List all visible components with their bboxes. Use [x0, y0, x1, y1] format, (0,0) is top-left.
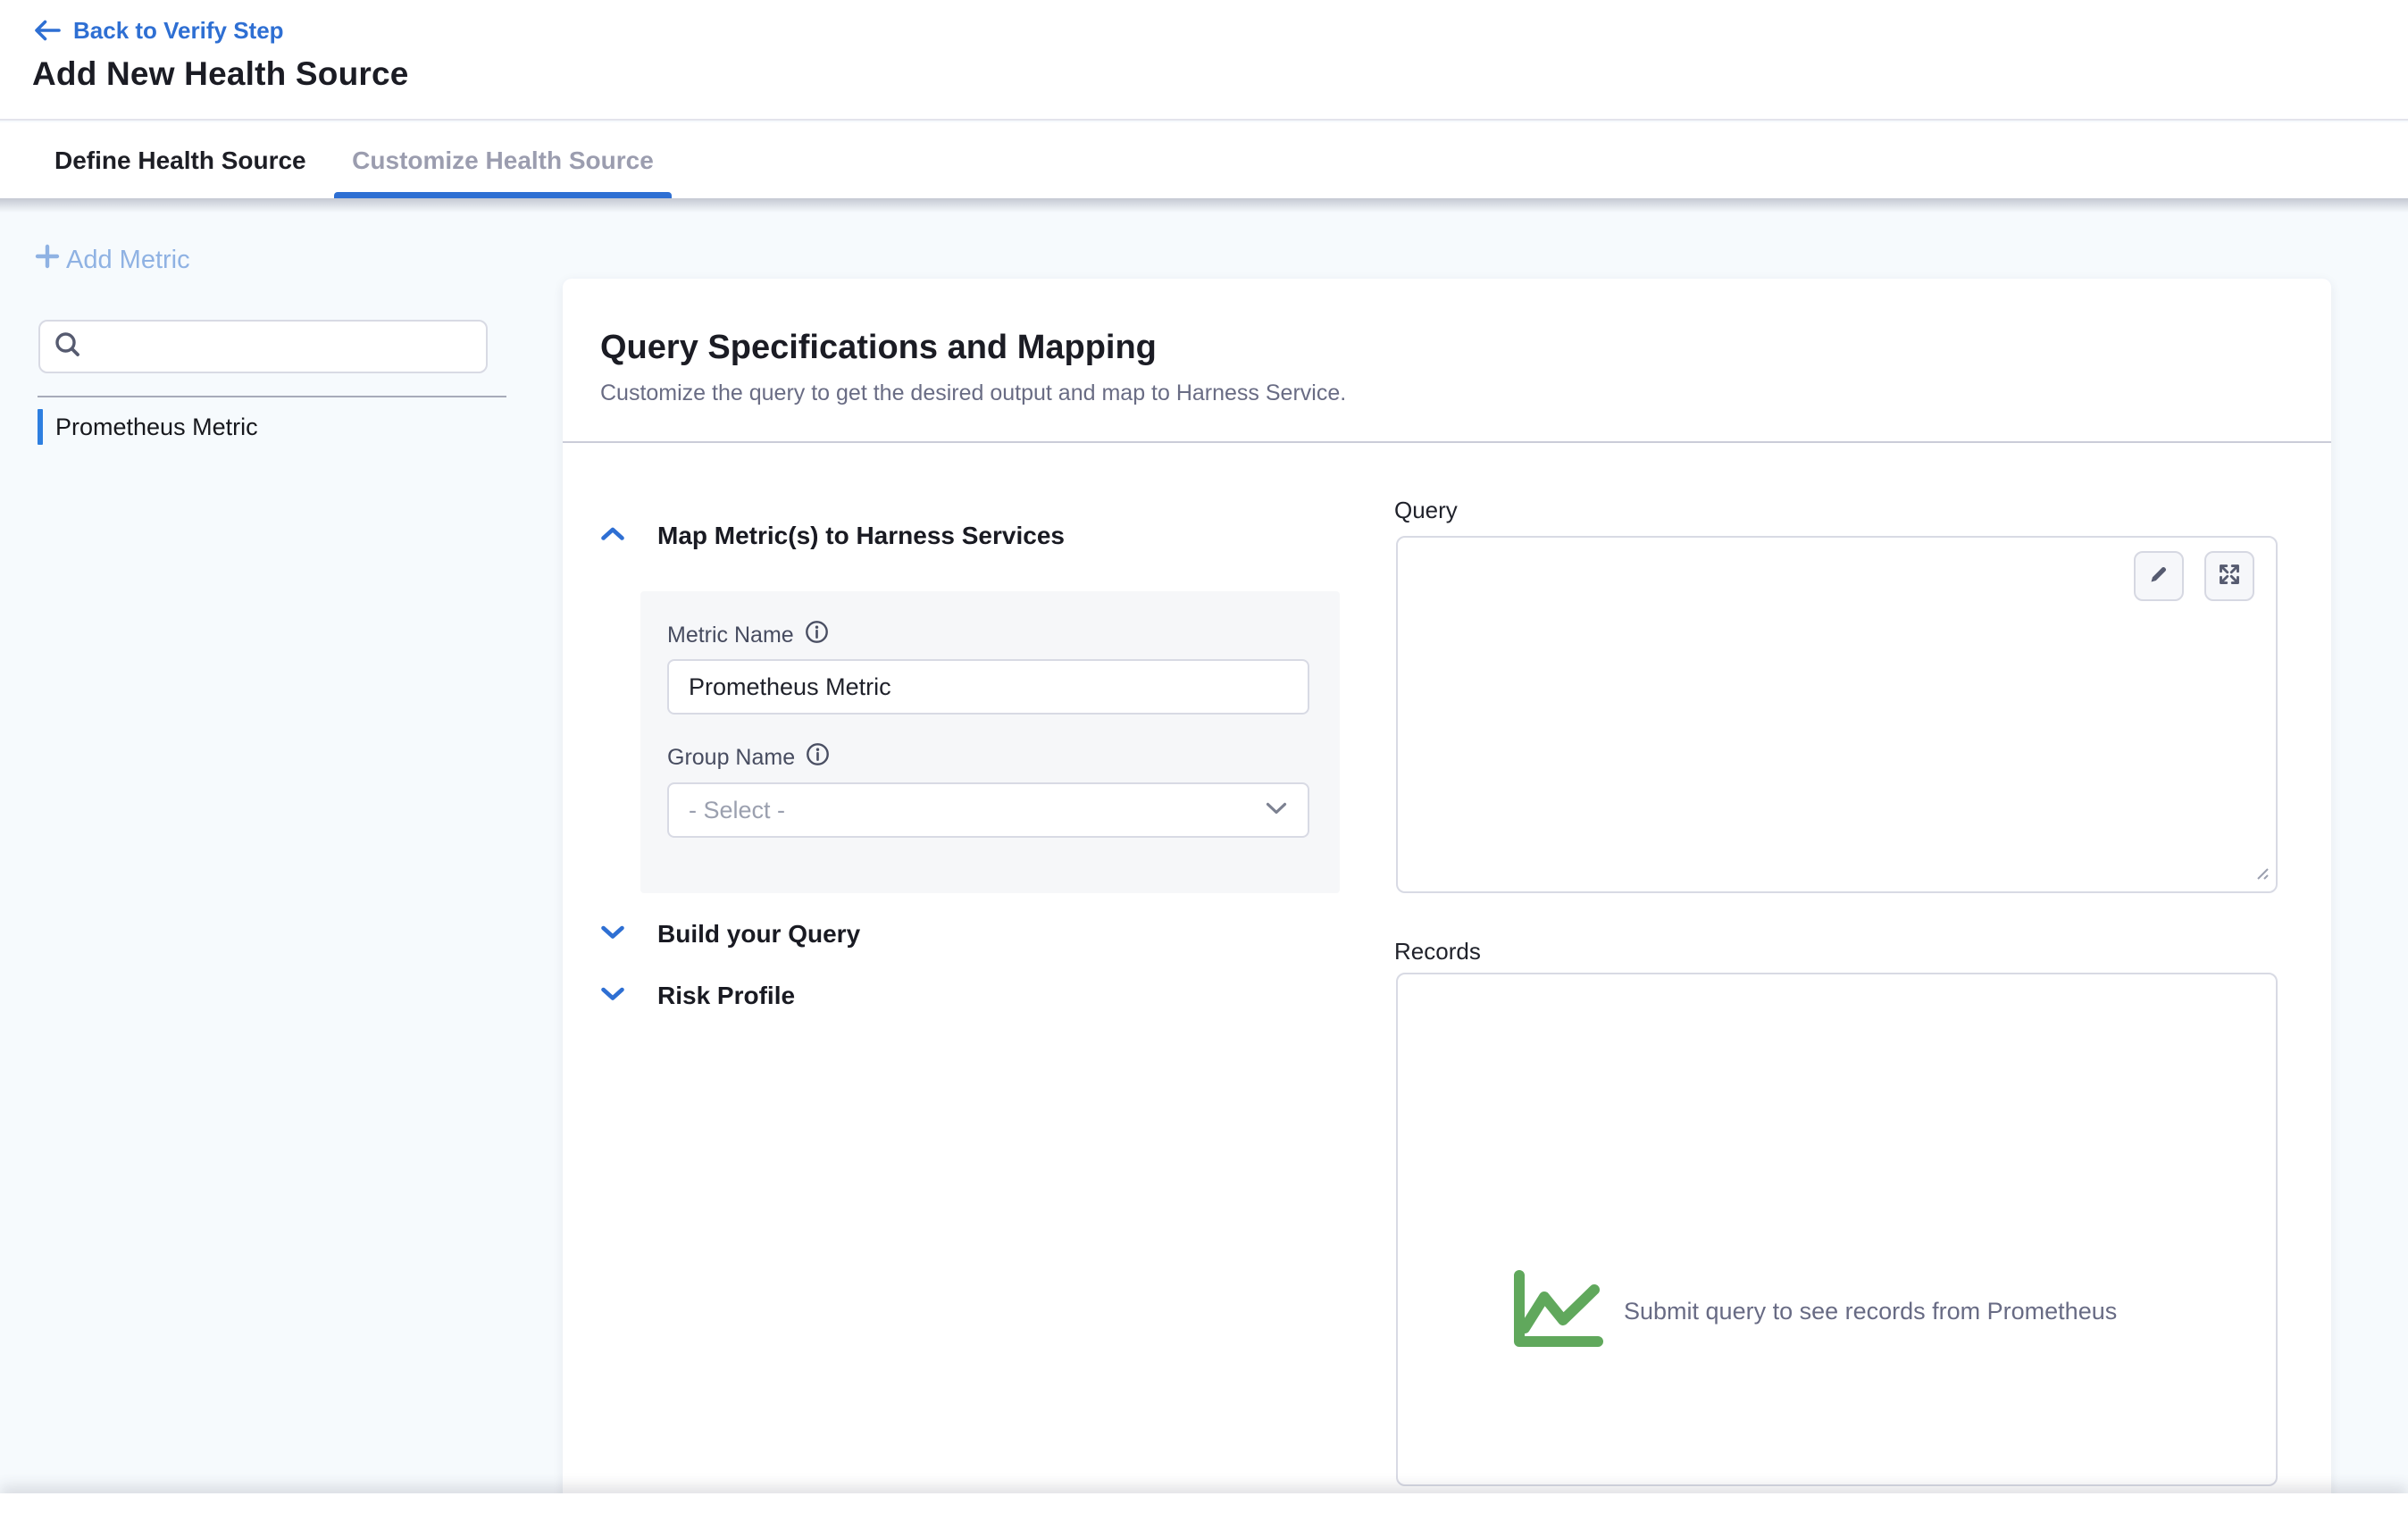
info-icon[interactable]: [805, 620, 829, 650]
back-arrow-icon: [34, 19, 61, 42]
group-name-label-text: Group Name: [667, 745, 795, 771]
records-panel: Submit query to see records from Prometh…: [1396, 973, 2278, 1486]
line-chart-icon: [1511, 1269, 1604, 1354]
card-divider: [563, 441, 2331, 443]
edit-query-button[interactable]: [2134, 551, 2184, 601]
tab-customize-health-source[interactable]: Customize Health Source: [334, 122, 672, 198]
records-label: Records: [1394, 938, 1481, 965]
metric-list-item-prometheus[interactable]: Prometheus Metric: [38, 409, 258, 445]
map-metrics-form-panel: Metric Name Group Name - Select: [640, 591, 1340, 893]
resize-grip-icon[interactable]: [2249, 860, 2270, 886]
group-name-select[interactable]: - Select -: [667, 782, 1309, 838]
sidebar-divider: [38, 396, 506, 397]
section-build-query-label: Build your Query: [657, 920, 860, 949]
query-label: Query: [1394, 497, 1458, 524]
pencil-icon: [2146, 562, 2171, 591]
maximize-icon: [2216, 561, 2243, 592]
selected-indicator-bar: [38, 409, 43, 445]
card-subtitle: Customize the query to get the desired o…: [600, 380, 1346, 406]
active-tab-underline: [334, 192, 672, 198]
section-map-metrics-header[interactable]: Map Metric(s) to Harness Services: [600, 522, 1065, 550]
search-icon: [53, 330, 83, 364]
plus-icon: [34, 243, 61, 277]
metric-name-label-text: Metric Name: [667, 623, 794, 648]
metric-name-input[interactable]: [667, 659, 1309, 715]
section-build-query-header[interactable]: Build your Query: [600, 920, 860, 949]
group-name-label: Group Name: [667, 742, 830, 773]
add-metric-label: Add Metric: [66, 246, 190, 275]
back-link-label: Back to Verify Step: [73, 17, 284, 45]
metric-name-label: Metric Name: [667, 620, 829, 650]
info-icon[interactable]: [806, 742, 830, 773]
tab-define-label: Define Health Source: [54, 146, 306, 175]
page-header: Back to Verify Step Add New Health Sourc…: [0, 0, 2408, 121]
query-editor-box: [1396, 536, 2278, 893]
section-risk-profile-label: Risk Profile: [657, 982, 795, 1010]
records-empty-state: Submit query to see records from Prometh…: [1511, 1269, 2222, 1354]
chevron-down-icon: [1265, 800, 1288, 821]
metric-search-input[interactable]: [94, 322, 473, 372]
card-title: Query Specifications and Mapping: [600, 329, 1157, 367]
section-risk-profile-header[interactable]: Risk Profile: [600, 982, 795, 1010]
chevron-up-icon: [600, 525, 625, 548]
health-source-tabbar: Define Health Source Customize Health So…: [0, 122, 2408, 198]
metric-search-box: [38, 320, 488, 373]
add-metric-button[interactable]: Add Metric: [34, 243, 190, 277]
expand-query-button[interactable]: [2204, 551, 2254, 601]
records-empty-text: Submit query to see records from Prometh…: [1624, 1298, 2117, 1325]
section-map-metrics-label: Map Metric(s) to Harness Services: [657, 522, 1065, 550]
page-title: Add New Health Source: [32, 55, 409, 93]
tab-define-health-source[interactable]: Define Health Source: [54, 122, 306, 198]
metric-item-label: Prometheus Metric: [55, 414, 258, 441]
group-name-select-value: - Select -: [689, 797, 785, 824]
wizard-footer: [0, 1493, 2408, 1513]
tab-customize-label: Customize Health Source: [352, 146, 654, 175]
chevron-down-icon: [600, 924, 625, 946]
query-specifications-card: Query Specifications and Mapping Customi…: [563, 279, 2331, 1513]
chevron-down-icon: [600, 985, 625, 1007]
back-to-verify-step-link[interactable]: Back to Verify Step: [34, 13, 284, 48]
